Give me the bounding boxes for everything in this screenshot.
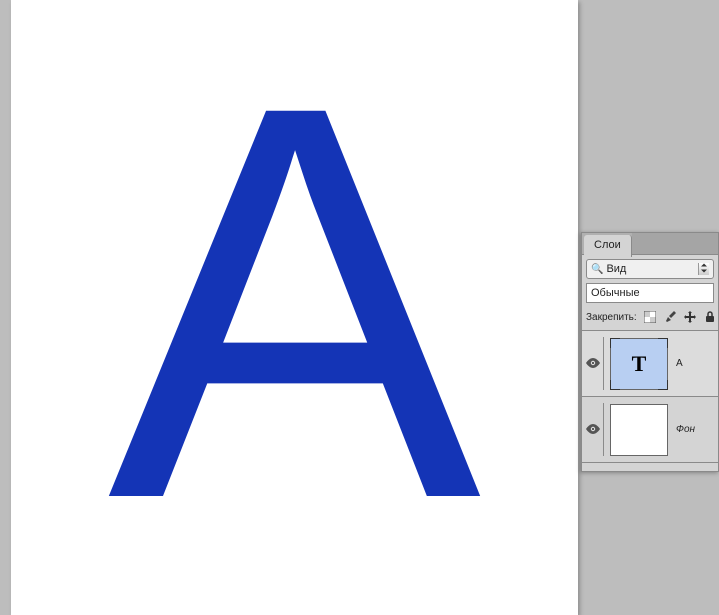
blend-mode-value: Обычные <box>591 287 640 299</box>
document-canvas[interactable]: А <box>11 0 578 615</box>
chevron-updown-icon <box>698 263 709 275</box>
corner-icon <box>658 380 668 390</box>
corner-icon <box>658 338 668 348</box>
search-icon: 🔍 <box>591 264 603 275</box>
layers-list: T А Фон <box>582 331 718 463</box>
blend-mode-dropdown[interactable]: Обычные <box>586 283 714 303</box>
layer-row[interactable]: T А <box>582 331 718 397</box>
lock-label: Закрепить: <box>586 312 637 323</box>
visibility-column <box>582 337 604 390</box>
layers-panel: Слои 🔍 Вид Обычные Закрепить: <box>581 232 719 472</box>
visibility-column <box>582 403 604 456</box>
tab-layers[interactable]: Слои <box>584 235 632 257</box>
blend-mode-row: Обычные <box>582 279 718 307</box>
filter-value: Вид <box>606 263 626 275</box>
layer-thumbnail[interactable]: T <box>610 338 668 390</box>
text-layer-icon: T <box>632 351 647 377</box>
lock-row: Закрепить: <box>582 307 718 331</box>
layer-name[interactable]: Фон <box>676 424 695 435</box>
tab-filler <box>632 233 718 254</box>
panel-spacer <box>582 463 718 471</box>
lock-all-icon[interactable] <box>703 310 717 324</box>
layer-row[interactable]: Фон <box>582 397 718 463</box>
corner-icon <box>610 380 620 390</box>
panel-tab-row: Слои <box>582 233 718 255</box>
layer-filter-row: 🔍 Вид <box>582 255 718 279</box>
lock-brush-icon[interactable] <box>663 310 677 324</box>
layer-filter-dropdown[interactable]: 🔍 Вид <box>586 259 714 279</box>
canvas-text-content: А <box>108 22 482 582</box>
lock-move-icon[interactable] <box>683 310 697 324</box>
eye-icon[interactable] <box>586 423 600 437</box>
layer-name[interactable]: А <box>676 358 683 369</box>
corner-icon <box>610 338 620 348</box>
layer-thumbnail[interactable] <box>610 404 668 456</box>
lock-transparency-icon[interactable] <box>643 310 657 324</box>
eye-icon[interactable] <box>586 357 600 371</box>
